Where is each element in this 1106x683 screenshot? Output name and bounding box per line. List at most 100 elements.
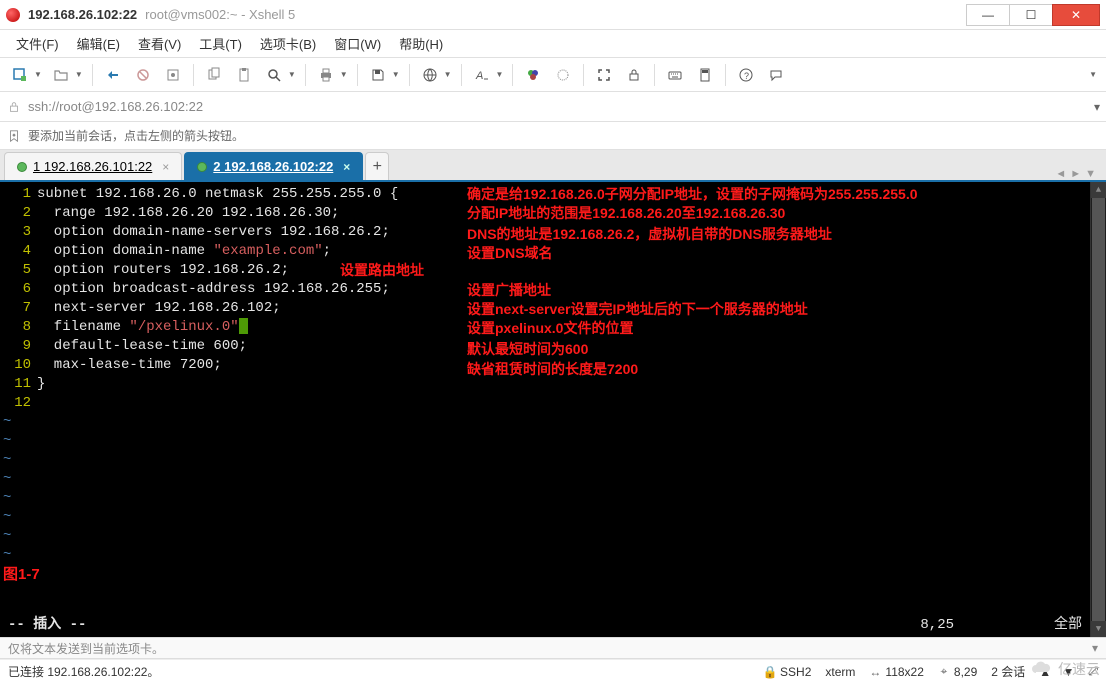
status-dot-icon bbox=[17, 162, 27, 172]
size-icon: ↔ bbox=[869, 666, 881, 678]
expand-icon[interactable]: ⤢ bbox=[1088, 664, 1098, 679]
highlight-button[interactable] bbox=[549, 61, 577, 89]
titlebar: 192.168.26.102:22 root@vms002:~ - Xshell… bbox=[0, 0, 1106, 30]
toolbar: ▼ ▼ ▼ ▼ ▼ ▼ A ▼ ? ▼ bbox=[0, 58, 1106, 92]
fullscreen-button[interactable] bbox=[590, 61, 618, 89]
dropdown-icon[interactable]: ▼ bbox=[34, 70, 42, 79]
menu-tools[interactable]: 工具(T) bbox=[193, 32, 248, 55]
dropdown-icon[interactable]: ▼ bbox=[392, 70, 400, 79]
scroll-up-icon[interactable]: ▲ bbox=[1091, 182, 1106, 198]
vim-mode: -- 插入 -- bbox=[8, 616, 86, 635]
annotation: 分配IP地址的范围是192.168.26.20至192.168.26.30 bbox=[467, 204, 785, 223]
session-tab-2[interactable]: 2 192.168.26.102:22 × bbox=[184, 152, 363, 180]
dropdown-icon[interactable]: ▼ bbox=[288, 70, 296, 79]
nav-down-icon[interactable]: ▼ bbox=[1063, 665, 1075, 679]
toolbar-overflow-icon[interactable]: ▼ bbox=[1089, 70, 1097, 79]
calculator-button[interactable] bbox=[691, 61, 719, 89]
terminal-scrollbar[interactable]: ▲ ▼ bbox=[1090, 182, 1106, 637]
menubar: 文件(F) 编辑(E) 查看(V) 工具(T) 选项卡(B) 窗口(W) 帮助(… bbox=[0, 30, 1106, 58]
dropdown-icon[interactable]: ▼ bbox=[444, 70, 452, 79]
tabbar: 1 192.168.26.101:22 × 2 192.168.26.102:2… bbox=[0, 150, 1106, 182]
window-title-main: 192.168.26.102:22 bbox=[28, 7, 137, 22]
cursor bbox=[239, 318, 248, 334]
find-button[interactable] bbox=[260, 61, 288, 89]
terminal-type: xterm bbox=[825, 665, 855, 679]
properties-button[interactable] bbox=[159, 61, 187, 89]
vim-percent: 全部 bbox=[1054, 616, 1082, 635]
dropdown-icon[interactable]: ▼ bbox=[496, 70, 504, 79]
reconnect-button[interactable] bbox=[99, 61, 127, 89]
window-title-sub: root@vms002:~ - Xshell 5 bbox=[145, 7, 295, 22]
help-button[interactable]: ? bbox=[732, 61, 760, 89]
hintbar: 要添加当前会话，点击左侧的箭头按钮。 bbox=[0, 122, 1106, 150]
annotation: 设置next-server设置完IP地址后的下一个服务器的地址 bbox=[467, 300, 808, 319]
address-dropdown-icon[interactable]: ▾ bbox=[1094, 100, 1100, 114]
chat-button[interactable] bbox=[762, 61, 790, 89]
tab-close-icon[interactable]: × bbox=[162, 160, 169, 174]
tab-label: 2 192.168.26.102:22 bbox=[213, 159, 333, 174]
lock-icon bbox=[6, 99, 22, 115]
annotation: 设置pxelinux.0文件的位置 bbox=[467, 319, 633, 338]
disconnect-button[interactable] bbox=[129, 61, 157, 89]
app-icon bbox=[6, 8, 20, 22]
caret-position: 8,29 bbox=[954, 665, 977, 679]
open-button[interactable] bbox=[47, 61, 75, 89]
terminal[interactable]: 1subnet 192.168.26.0 netmask 255.255.255… bbox=[0, 182, 1106, 637]
tab-label: 1 192.168.26.101:22 bbox=[33, 159, 152, 174]
paste-button[interactable] bbox=[230, 61, 258, 89]
annotation: 确定是给192.168.26.0子网分配IP地址，设置的子网掩码为255.255… bbox=[467, 185, 918, 204]
send-hint-dropdown-icon[interactable]: ▾ bbox=[1092, 641, 1098, 655]
hint-text: 要添加当前会话，点击左侧的箭头按钮。 bbox=[28, 127, 244, 144]
font-button[interactable]: A bbox=[468, 61, 496, 89]
lock-button[interactable] bbox=[620, 61, 648, 89]
copy-button[interactable] bbox=[200, 61, 228, 89]
menu-edit[interactable]: 编辑(E) bbox=[71, 32, 126, 55]
scroll-thumb[interactable] bbox=[1092, 198, 1105, 621]
annotation: 默认最短时间为600 bbox=[467, 340, 588, 359]
close-button[interactable]: ✕ bbox=[1052, 4, 1100, 26]
vim-statusbar: -- 插入 -- 8,25 全部 bbox=[0, 613, 1090, 637]
tab-next-icon[interactable]: ► bbox=[1070, 168, 1081, 180]
send-hint-bar: 仅将文本发送到当前选项卡。 ▾ bbox=[0, 637, 1106, 659]
minimize-button[interactable]: — bbox=[966, 4, 1010, 26]
menu-window[interactable]: 窗口(W) bbox=[328, 32, 387, 55]
status-dot-icon bbox=[197, 162, 207, 172]
color-button[interactable] bbox=[519, 61, 547, 89]
menu-view[interactable]: 查看(V) bbox=[132, 32, 187, 55]
statusbar: 已连接 192.168.26.102:22。 🔒 SSH2 xterm ↔ 118x… bbox=[0, 659, 1106, 683]
menu-file[interactable]: 文件(F) bbox=[10, 32, 65, 55]
print-button[interactable] bbox=[312, 61, 340, 89]
bookmark-icon[interactable] bbox=[6, 128, 22, 144]
session-tab-1[interactable]: 1 192.168.26.101:22 × bbox=[4, 152, 182, 180]
svg-text:A: A bbox=[475, 70, 483, 82]
new-session-button[interactable] bbox=[6, 61, 34, 89]
address-input[interactable]: ssh://root@192.168.26.102:22 bbox=[28, 99, 1088, 114]
addressbar: ssh://root@192.168.26.102:22 ▾ bbox=[0, 92, 1106, 122]
dropdown-icon[interactable]: ▼ bbox=[340, 70, 348, 79]
terminal-size: 118x22 bbox=[885, 665, 923, 679]
tab-close-icon[interactable]: × bbox=[343, 160, 350, 174]
dropdown-icon[interactable]: ▼ bbox=[75, 70, 83, 79]
add-tab-button[interactable]: + bbox=[365, 152, 389, 180]
language-button[interactable] bbox=[416, 61, 444, 89]
protocol-label: SSH2 bbox=[780, 665, 811, 679]
figure-label: 图1-7 bbox=[3, 565, 40, 584]
connection-status: 已连接 192.168.26.102:22。 bbox=[8, 663, 159, 680]
menu-help[interactable]: 帮助(H) bbox=[393, 32, 449, 55]
nav-up-icon[interactable]: ▲ bbox=[1039, 665, 1051, 679]
svg-text:?: ? bbox=[744, 71, 749, 81]
save-button[interactable] bbox=[364, 61, 392, 89]
vim-position: 8,25 bbox=[920, 616, 954, 635]
menu-tabs[interactable]: 选项卡(B) bbox=[254, 32, 322, 55]
session-count: 2 会话 bbox=[991, 663, 1025, 680]
annotation: 缺省租赁时间的长度是7200 bbox=[467, 360, 638, 379]
scroll-down-icon[interactable]: ▼ bbox=[1091, 621, 1106, 637]
caret-icon: ⌖ bbox=[938, 666, 950, 678]
keyboard-button[interactable] bbox=[661, 61, 689, 89]
send-hint-text: 仅将文本发送到当前选项卡。 bbox=[8, 640, 164, 657]
lock-icon: 🔒 bbox=[764, 666, 776, 678]
annotation: 设置DNS域名 bbox=[467, 244, 553, 263]
maximize-button[interactable]: ☐ bbox=[1009, 4, 1053, 26]
tab-prev-icon[interactable]: ◄ bbox=[1055, 168, 1066, 180]
tab-menu-icon[interactable]: ▼ bbox=[1085, 168, 1096, 180]
